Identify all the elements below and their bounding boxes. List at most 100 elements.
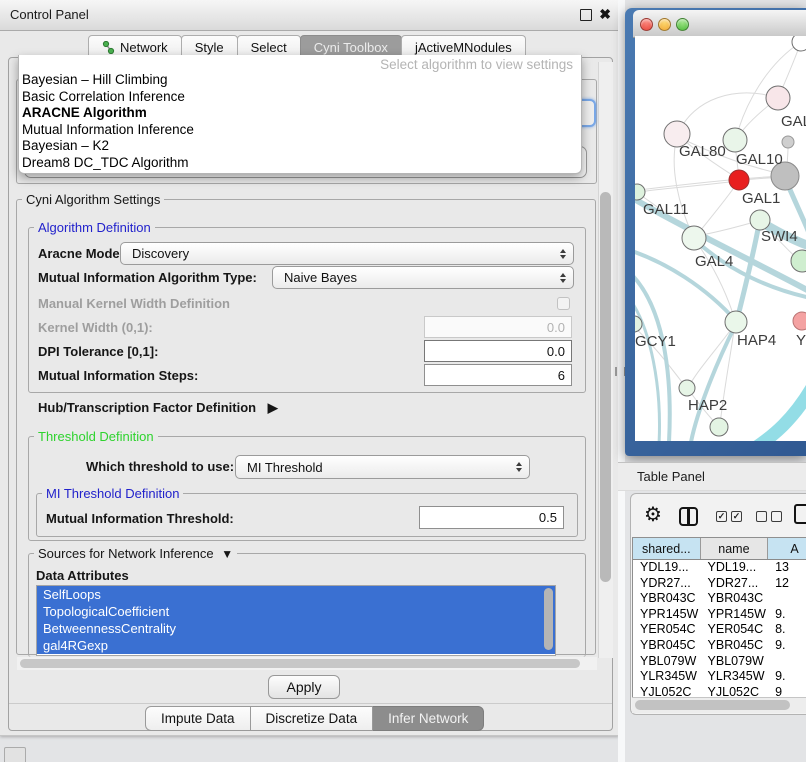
attribute-list-item[interactable]: BetweennessCentrality xyxy=(37,620,555,637)
mi-steps-input[interactable]: 6 xyxy=(424,364,572,386)
apply-button[interactable]: Apply xyxy=(268,675,340,699)
cyni-mode-tabs: Impute DataDiscretize DataInfer Network xyxy=(145,706,484,731)
network-node-node-pink-top[interactable] xyxy=(766,86,790,110)
close-traffic-light-icon[interactable] xyxy=(640,18,653,31)
table-row[interactable]: YLR345WYLR345W9. xyxy=(633,669,806,685)
kernel-width-label: Kernel Width (0,1): xyxy=(38,320,153,335)
table-row[interactable]: YER054CYER054C8. xyxy=(633,622,806,638)
minimize-traffic-light-icon[interactable] xyxy=(658,18,671,31)
mi-threshold-definition-title: MI Threshold Definition xyxy=(42,486,183,501)
network-node-HAP4[interactable] xyxy=(725,311,747,333)
algorithm-option[interactable]: Bayesian – Hill Climbing xyxy=(22,72,578,89)
dpi-tolerance-input[interactable]: 0.0 xyxy=(424,340,572,362)
panel-vertical-scrollbar-thumb[interactable] xyxy=(600,192,611,582)
mi-steps-label: Mutual Information Steps: xyxy=(38,368,198,383)
table-cell: YER054C xyxy=(701,622,769,638)
deselect-all-checks-icon[interactable] xyxy=(756,511,782,522)
sources-title[interactable]: Sources for Network Inference ▼ xyxy=(34,546,237,561)
mi-threshold-input[interactable]: 0.5 xyxy=(419,506,564,529)
table-cell: YBL079W xyxy=(633,654,701,670)
algorithm-option[interactable]: Bayesian – K2 xyxy=(22,138,578,155)
tab-discretize-data[interactable]: Discretize Data xyxy=(251,706,374,731)
table-cell: YBR045C xyxy=(701,638,769,654)
algorithm-dropdown-prompt: Select algorithm to view settings xyxy=(380,57,573,72)
checked-box-icon: ✓ xyxy=(731,511,742,522)
network-node-label: GAL xyxy=(781,113,806,130)
network-node-SWI4[interactable] xyxy=(750,210,770,230)
minimized-panel-icon[interactable] xyxy=(4,747,26,762)
network-node-label: GAL10 xyxy=(736,151,783,168)
table-horizontal-scrollbar-thumb[interactable] xyxy=(635,700,790,710)
unchecked-box-icon xyxy=(771,511,782,522)
select-all-checks-icon[interactable]: ✓ ✓ xyxy=(716,511,742,522)
which-threshold-value: MI Threshold xyxy=(247,460,323,475)
network-canvas[interactable]: GALGAL80GAL10GAL1GAL11SWI4GAL4GCY1HAP4YH… xyxy=(635,36,806,441)
kernel-width-input[interactable]: 0.0 xyxy=(424,316,572,338)
network-node-node-bottom[interactable] xyxy=(710,418,728,436)
dpi-tolerance-value: 0.0 xyxy=(547,344,565,359)
algorithm-option[interactable]: Mutual Information Inference xyxy=(22,122,578,139)
manual-kernel-width-checkbox[interactable] xyxy=(557,297,570,310)
network-node-node-top[interactable] xyxy=(792,36,806,51)
network-node-small-gray[interactable] xyxy=(782,136,794,148)
table-cell: YBR043C xyxy=(633,591,701,607)
attributes-list-scrollbar-thumb[interactable] xyxy=(544,588,553,650)
data-attributes-list[interactable]: SelfLoopsTopologicalCoefficientBetweenne… xyxy=(36,585,556,656)
network-node-GAL4[interactable] xyxy=(682,226,706,250)
table-row[interactable]: YDR27...YDR27...12 xyxy=(633,576,806,592)
panel-horizontal-scrollbar-thumb[interactable] xyxy=(20,659,580,668)
network-node-GAL1[interactable] xyxy=(729,170,749,190)
table-header-row: shared...nameA xyxy=(633,538,806,560)
table-cell: YPR145W xyxy=(633,607,701,623)
network-node-label: GAL11 xyxy=(643,201,689,218)
zoom-traffic-light-icon[interactable] xyxy=(676,18,689,31)
aracne-mode-select[interactable]: Discovery xyxy=(120,242,574,265)
network-node-node-salmon[interactable] xyxy=(793,312,806,330)
algorithm-option[interactable]: Basic Correlation Inference xyxy=(22,89,578,106)
stepper-arrows-icon xyxy=(516,462,522,472)
close-window-icon[interactable]: ✖ xyxy=(599,6,611,22)
network-node-label: GAL80 xyxy=(679,143,726,160)
columns-icon[interactable] xyxy=(679,507,698,526)
tab-infer-network[interactable]: Infer Network xyxy=(373,706,484,731)
table-cell: 9. xyxy=(768,638,806,654)
which-threshold-label: Which threshold to use: xyxy=(86,459,234,474)
table-cell: 12 xyxy=(768,576,806,592)
table-row[interactable]: YPR145WYPR145W9. xyxy=(633,607,806,623)
table-row[interactable]: YBR043CYBR043C xyxy=(633,591,806,607)
network-node-label: HAP2 xyxy=(688,397,727,414)
table-cell: YDR27... xyxy=(633,576,701,592)
column-header-name[interactable]: name xyxy=(701,538,769,559)
tab-label: Cyni Toolbox xyxy=(314,40,388,55)
which-threshold-select[interactable]: MI Threshold xyxy=(235,455,530,479)
table-cell: YDL19... xyxy=(701,560,769,576)
gear-icon[interactable]: ⚙ xyxy=(644,505,662,525)
manual-kernel-width-label: Manual Kernel Width Definition xyxy=(38,296,230,311)
float-window-icon[interactable] xyxy=(580,9,592,21)
network-edge[interactable] xyxy=(755,386,806,441)
tab-impute-data[interactable]: Impute Data xyxy=(145,706,251,731)
column-header-shared[interactable]: shared... xyxy=(633,538,701,559)
attribute-list-item[interactable]: TopologicalCoefficient xyxy=(37,603,555,620)
stepper-arrows-icon xyxy=(560,249,566,259)
algorithm-option[interactable]: ARACNE Algorithm xyxy=(22,105,578,122)
hub-section-toggle[interactable]: Hub/Transcription Factor Definition ▶ xyxy=(38,400,278,416)
attribute-list-item[interactable]: gal4RGexp xyxy=(37,637,555,654)
network-edge[interactable] xyxy=(679,93,778,132)
attribute-list-item[interactable]: SelfLoops xyxy=(37,586,555,603)
application-root: Control Panel ✖ NetworkStyleSelectCyni T… xyxy=(0,0,806,762)
network-node-node-right-green[interactable] xyxy=(791,250,806,272)
table-cell: 8. xyxy=(768,622,806,638)
network-edge[interactable] xyxy=(639,181,738,192)
table-row[interactable]: YBL079WYBL079W xyxy=(633,654,806,670)
table-row[interactable]: YDL19...YDL19...13 xyxy=(633,560,806,576)
network-node-HAP2[interactable] xyxy=(679,380,695,396)
mi-algorithm-type-select[interactable]: Naive Bayes xyxy=(272,266,574,289)
network-node-GAL10[interactable] xyxy=(723,128,747,152)
file-icon[interactable] xyxy=(794,504,806,524)
table-row[interactable]: YBR045CYBR045C9. xyxy=(633,638,806,654)
tab-label: Select xyxy=(251,40,287,55)
column-header-A[interactable]: A xyxy=(768,538,806,559)
table-cell xyxy=(768,591,806,607)
algorithm-option[interactable]: Dream8 DC_TDC Algorithm xyxy=(22,155,578,172)
